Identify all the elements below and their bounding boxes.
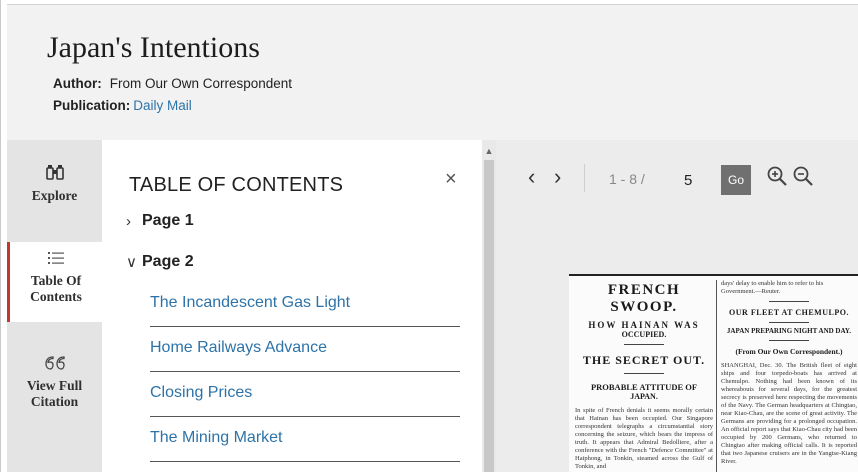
page-title: Japan's Intentions (47, 31, 260, 64)
newspaper-byline: (From Our Own Correspondent.) (735, 347, 843, 356)
toc-page-label: Page 1 (142, 212, 194, 229)
toc-page-2[interactable]: ∨ Page 2 (126, 253, 194, 271)
app-frame: Japan's Intentions Author: From Our Own C… (0, 0, 858, 472)
scrollbar-thumb[interactable] (484, 160, 494, 472)
newspaper-rule (624, 344, 664, 345)
sidebar-item-view-full-citation[interactable]: View Full Citation (7, 354, 102, 410)
sidebar-item-explore[interactable]: Explore (7, 164, 102, 204)
newspaper-headline: OUR FLEET AT CHEMULPO. (729, 308, 849, 317)
toc-item-the-mining-market[interactable]: The Mining Market (150, 417, 460, 462)
newspaper-column-divider (716, 280, 717, 472)
sidebar-item-label: Explore (31, 188, 78, 203)
list-icon (10, 249, 102, 271)
newspaper-body-text: In spite of French denials it seems mora… (575, 407, 713, 470)
newspaper-headline: FRENCH SWOOP. (607, 282, 681, 315)
binoculars-icon (7, 164, 102, 186)
newspaper-subheading: OCCUPIED. (621, 330, 667, 339)
document-viewer: ‹ › 1 - 8 / Go (496, 140, 858, 472)
toolbar-divider (584, 164, 585, 192)
sidebar: Explore Table Of Contents View Full Cita… (7, 140, 102, 472)
publication-label: Publication: (53, 98, 131, 113)
newspaper-column-2: days' delay to enable him to refer to hi… (721, 280, 857, 466)
viewer-toolbar: ‹ › 1 - 8 / Go (496, 140, 858, 195)
page-count: 1 - 8 / (609, 171, 645, 187)
author-line: Author: From Our Own Correspondent (53, 76, 292, 91)
zoom-out-icon[interactable] (792, 165, 814, 192)
sidebar-item-table-of-contents[interactable]: Table Of Contents (7, 242, 102, 322)
publication-line: Publication: Daily Mail (53, 98, 192, 113)
newspaper-column-1: FRENCH SWOOP. HOW HAINAN WAS OCCUPIED. T… (575, 282, 713, 471)
quote-icon (7, 354, 102, 376)
go-button[interactable]: Go (721, 165, 751, 195)
newspaper-body-text: days' delay to enable him to refer to hi… (721, 280, 824, 295)
newspaper-subheading: JAPAN. (630, 392, 658, 401)
newspaper-subheading: PROBABLE ATTITUDE OF (590, 382, 698, 392)
page-number-input[interactable] (672, 168, 710, 192)
toc-scrollbar[interactable]: ▲ (482, 140, 496, 472)
sidebar-item-label: Table Of Contents (30, 273, 82, 304)
toc-item-the-incandescent-gas-light[interactable]: The Incandescent Gas Light (150, 282, 460, 327)
toc-heading: TABLE OF CONTENTS (129, 174, 344, 196)
toc-page-1[interactable]: › Page 1 (126, 212, 194, 230)
newspaper-subheading: THE SECRET OUT. (582, 353, 706, 367)
newspaper-rule (769, 301, 809, 302)
chevron-down-icon: ∨ (126, 254, 137, 271)
table-of-contents-panel: TABLE OF CONTENTS × › Page 1 ∨ Page 2 Th… (102, 140, 482, 472)
newspaper-rule (624, 373, 664, 374)
newspaper-subheading: HOW HAINAN WAS (588, 320, 700, 330)
sidebar-item-label: View Full Citation (26, 378, 83, 409)
author-value: From Our Own Correspondent (109, 76, 293, 91)
previous-page-icon[interactable]: ‹ (528, 164, 535, 190)
author-label: Author: (53, 76, 102, 91)
scroll-up-icon[interactable]: ▲ (482, 146, 496, 156)
newspaper-page-image: FRENCH SWOOP. HOW HAINAN WAS OCCUPIED. T… (569, 274, 858, 472)
toc-item-closing-prices[interactable]: Closing Prices (150, 372, 460, 417)
newspaper-subheading: JAPAN PREPARING NIGHT AND DAY. (726, 327, 852, 335)
zoom-in-icon[interactable] (766, 165, 788, 192)
close-icon[interactable]: × (445, 168, 457, 191)
next-page-icon[interactable]: › (554, 164, 561, 190)
newspaper-rule (769, 322, 809, 323)
chevron-right-icon: › (126, 212, 131, 230)
article-header: Japan's Intentions Author: From Our Own C… (7, 4, 858, 140)
toc-page-label: Page 2 (142, 253, 194, 270)
newspaper-body-text: SHANGHAI, Dec. 30. The British fleet of … (721, 362, 857, 465)
newspaper-rule (769, 340, 809, 341)
publication-link[interactable]: Daily Mail (133, 98, 192, 113)
toc-item-home-railways-advance[interactable]: Home Railways Advance (150, 327, 460, 372)
